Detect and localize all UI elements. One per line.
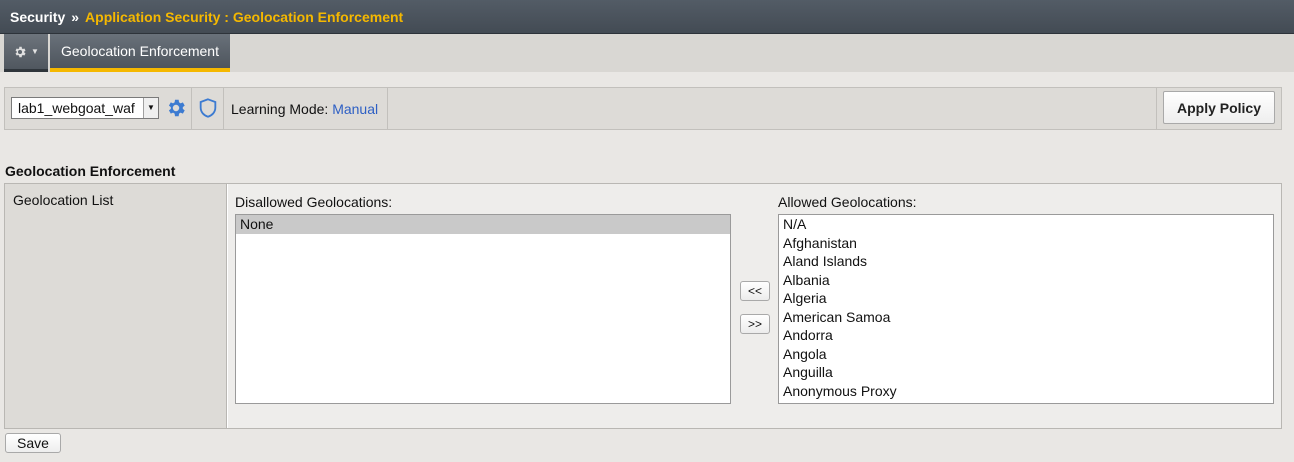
disallowed-listbox[interactable]: None — [235, 214, 731, 404]
breadcrumb-separator: » — [71, 8, 80, 25]
allowed-caption: Allowed Geolocations: — [778, 194, 917, 210]
move-to-allowed-button[interactable]: >> — [740, 314, 770, 334]
list-option[interactable]: Albania — [779, 271, 1273, 290]
toolbar-divider — [1156, 88, 1157, 129]
toolbar-divider — [387, 88, 388, 129]
section-title: Geolocation Enforcement — [5, 163, 176, 179]
list-option[interactable]: N/A — [779, 215, 1273, 234]
toolbar-divider — [191, 88, 192, 129]
list-option[interactable]: None — [236, 215, 730, 234]
allowed-listbox[interactable]: N/A Afghanistan Aland Islands Albania Algeri… — [778, 214, 1274, 404]
list-option[interactable]: Anguilla — [779, 363, 1273, 382]
save-button[interactable]: Save — [5, 433, 61, 453]
chevron-down-icon[interactable]: ▼ — [143, 98, 158, 118]
disallowed-caption: Disallowed Geolocations: — [235, 194, 393, 210]
list-option[interactable]: Algeria — [779, 289, 1273, 308]
learning-mode: Learning Mode: Manual — [231, 101, 378, 117]
breadcrumb-current: Application Security : Geolocation Enfor… — [85, 8, 404, 25]
learning-mode-label: Learning Mode: — [231, 101, 329, 117]
learning-mode-link[interactable]: Manual — [332, 101, 378, 117]
policy-select-value: lab1_webgoat_waf — [18, 100, 135, 116]
list-option[interactable]: Afghanistan — [779, 234, 1273, 253]
shield-icon[interactable] — [197, 97, 219, 119]
policy-select[interactable]: lab1_webgoat_waf ▼ — [11, 97, 159, 119]
move-to-disallowed-button[interactable]: << — [740, 281, 770, 301]
geolocation-panel: Geolocation List Disallowed Geolocations… — [4, 183, 1282, 429]
apply-policy-button[interactable]: Apply Policy — [1163, 91, 1275, 124]
tab-strip: ▼ Geolocation Enforcement — [0, 34, 1294, 72]
tab-geolocation-enforcement[interactable]: Geolocation Enforcement — [50, 34, 230, 72]
gear-icon — [15, 46, 26, 57]
chevron-down-icon: ▼ — [31, 47, 39, 56]
breadcrumb-root[interactable]: Security — [10, 9, 65, 25]
tab-label: Geolocation Enforcement — [61, 43, 219, 59]
breadcrumb: Security » Application Security : Geoloc… — [0, 0, 1294, 34]
list-option[interactable]: Anonymous Proxy — [779, 382, 1273, 401]
toolbar-divider — [223, 88, 224, 129]
list-option[interactable]: American Samoa — [779, 308, 1273, 327]
list-option[interactable]: Andorra — [779, 326, 1273, 345]
list-option[interactable]: Aland Islands — [779, 252, 1273, 271]
list-option[interactable]: Angola — [779, 345, 1273, 364]
geolocation-list-label: Geolocation List — [5, 184, 227, 428]
tab-menu-button[interactable]: ▼ — [4, 34, 48, 72]
policy-toolbar: lab1_webgoat_waf ▼ Learning Mode: Manual… — [4, 87, 1282, 130]
gear-icon[interactable] — [165, 97, 187, 119]
geolocation-list-editor: Disallowed Geolocations: None << >> Allo… — [228, 184, 1281, 428]
